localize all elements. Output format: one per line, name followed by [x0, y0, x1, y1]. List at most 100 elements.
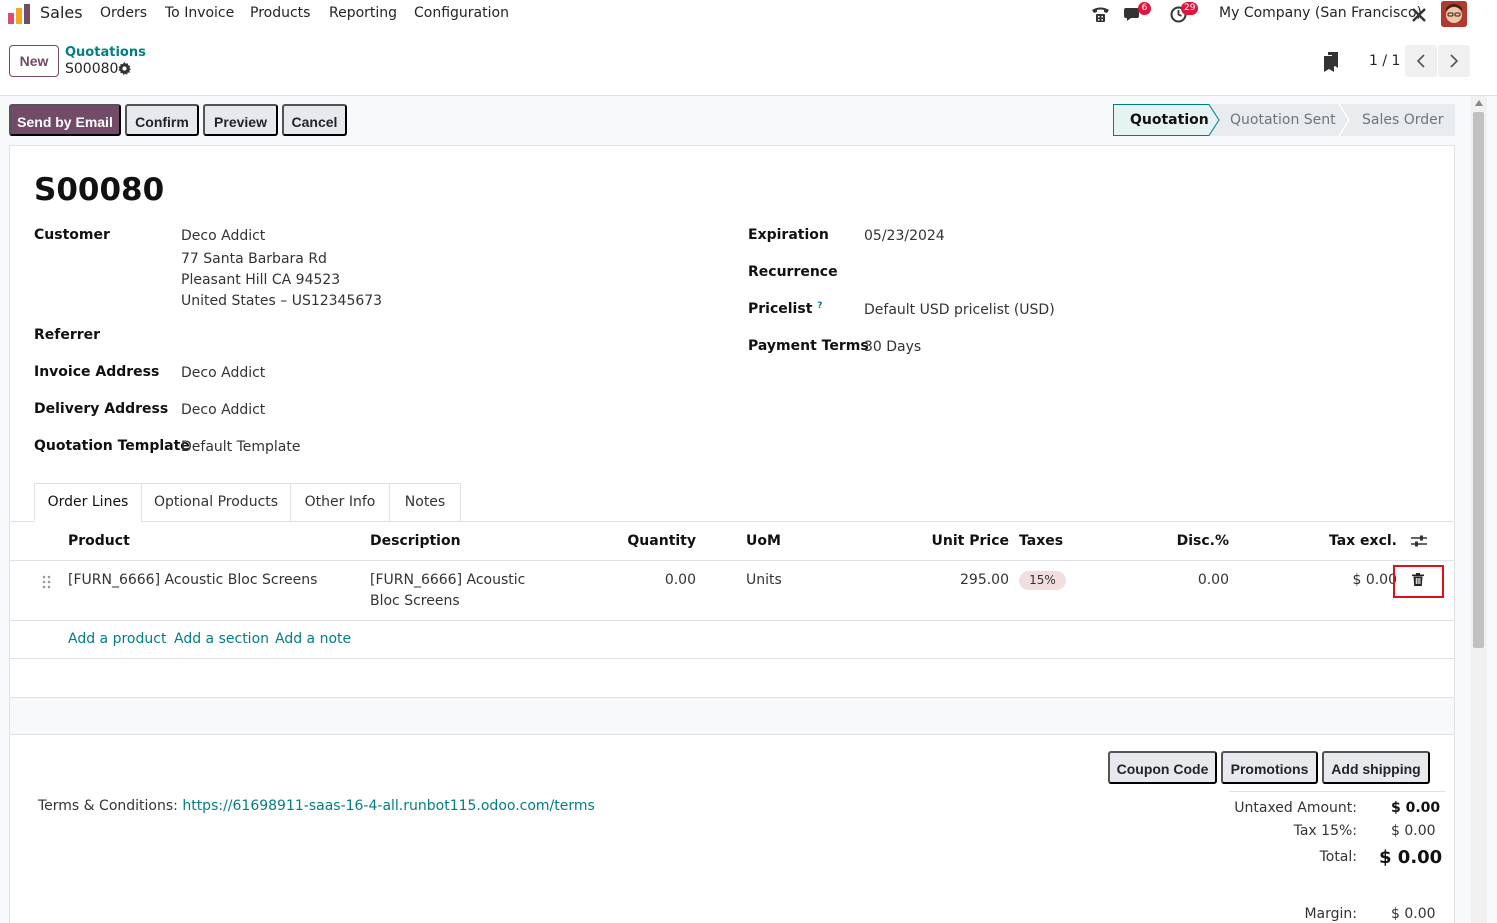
tab-order-lines[interactable]: Order Lines	[34, 483, 142, 522]
company-switcher[interactable]: My Company (San Francisco)	[1219, 5, 1422, 21]
customer-country: United States – US12345673	[181, 293, 383, 309]
quotation-template-label: Quotation Template	[34, 438, 190, 454]
untaxed-label: Untaxed Amount:	[1234, 800, 1357, 816]
menu-reporting[interactable]: Reporting	[329, 5, 397, 21]
pager-value[interactable]: 1 / 1	[1369, 53, 1400, 69]
col-quantity[interactable]: Quantity	[596, 533, 696, 549]
add-product-link[interactable]: Add a product	[68, 631, 166, 647]
row-uom[interactable]: Units	[746, 572, 782, 588]
help-icon[interactable]: ?	[817, 301, 822, 311]
trash-icon[interactable]	[1412, 573, 1424, 586]
add-shipping-button[interactable]: Add shipping	[1322, 751, 1430, 784]
control-panel	[0, 29, 1497, 96]
menu-to-invoice[interactable]: To Invoice	[165, 5, 234, 21]
customer-label: Customer	[34, 227, 110, 243]
activities-badge: 29	[1181, 2, 1199, 15]
col-discount[interactable]: Disc.%	[1129, 533, 1229, 549]
debug-tools-icon[interactable]	[1411, 7, 1427, 23]
tab-notes[interactable]: Notes	[389, 483, 461, 522]
chevron-left-icon	[1416, 54, 1425, 68]
row-divider	[10, 620, 1454, 621]
attachments-icon[interactable]	[1324, 52, 1340, 72]
cancel-button[interactable]: Cancel	[282, 104, 347, 136]
quotation-template-field[interactable]: Default Template	[181, 439, 301, 455]
row-tax-badge[interactable]: 15%	[1019, 571, 1066, 590]
send-by-email-button[interactable]: Send by Email	[9, 104, 121, 136]
col-unit-price[interactable]: Unit Price	[909, 533, 1009, 549]
pricelist-label: Pricelist ?	[748, 301, 823, 317]
add-line-divider	[10, 658, 1454, 659]
table-footer-row	[10, 697, 1454, 735]
referrer-label: Referrer	[34, 327, 101, 343]
menu-configuration[interactable]: Configuration	[414, 5, 509, 21]
header-divider	[10, 560, 1454, 561]
customer-name[interactable]: Deco Addict	[181, 228, 265, 244]
messages-badge: 6	[1138, 2, 1151, 15]
col-taxes[interactable]: Taxes	[1019, 533, 1063, 549]
sales-app-icon[interactable]	[8, 4, 30, 24]
row-quantity[interactable]: 0.00	[596, 572, 696, 588]
row-discount[interactable]: 0.00	[1129, 572, 1229, 588]
promotions-button[interactable]: Promotions	[1221, 751, 1318, 784]
app-name[interactable]: Sales	[40, 3, 83, 22]
user-avatar[interactable]	[1441, 1, 1467, 27]
coupon-code-button[interactable]: Coupon Code	[1108, 751, 1217, 784]
tab-optional-products[interactable]: Optional Products	[141, 483, 291, 522]
preview-button[interactable]: Preview	[203, 104, 278, 136]
column-settings-icon[interactable]	[1411, 534, 1427, 548]
breadcrumb-current: S00080	[65, 61, 119, 77]
tab-other-info[interactable]: Other Info	[290, 483, 390, 522]
tax-label: Tax 15%:	[1293, 823, 1357, 839]
total-label: Total:	[1319, 849, 1357, 865]
invoice-address-field[interactable]: Deco Addict	[181, 365, 265, 381]
customer-street: 77 Santa Barbara Rd	[181, 251, 327, 267]
expiration-label: Expiration	[748, 227, 829, 243]
col-uom[interactable]: UoM	[746, 533, 781, 549]
status-quotation-sent[interactable]: Quotation Sent	[1230, 104, 1336, 136]
menu-orders[interactable]: Orders	[100, 5, 147, 21]
delivery-address-field[interactable]: Deco Addict	[181, 402, 265, 418]
confirm-button[interactable]: Confirm	[125, 104, 199, 136]
record-title: S00080	[34, 172, 165, 208]
menu-products[interactable]: Products	[250, 5, 310, 21]
total-value: $ 0.00	[1379, 847, 1443, 868]
col-description[interactable]: Description	[370, 533, 461, 549]
invoice-address-label: Invoice Address	[34, 364, 160, 380]
terms-conditions: Terms & Conditions: https://61698911-saa…	[38, 798, 595, 814]
scrollbar-thumb[interactable]	[1473, 112, 1484, 648]
row-description-line1[interactable]: [FURN_6666] Acoustic	[370, 572, 525, 588]
top-navbar: Sales Orders To Invoice Products Reporti…	[0, 0, 1497, 29]
col-product[interactable]: Product	[68, 533, 130, 549]
gear-icon[interactable]	[118, 62, 131, 75]
recurrence-label: Recurrence	[748, 264, 838, 280]
row-description-line2[interactable]: Bloc Screens	[370, 593, 460, 609]
scroll-up-icon[interactable]	[1475, 100, 1483, 106]
chevron-right-icon	[1450, 54, 1459, 68]
pager-next-button[interactable]	[1438, 45, 1470, 77]
drag-handle-icon[interactable]	[42, 575, 51, 589]
pager-previous-button[interactable]	[1405, 45, 1437, 77]
status-sales-order[interactable]: Sales Order	[1362, 104, 1444, 136]
add-note-link[interactable]: Add a note	[275, 631, 351, 647]
payment-terms-field[interactable]: 30 Days	[864, 339, 921, 355]
untaxed-value: $ 0.00	[1391, 800, 1441, 816]
status-quotation[interactable]: Quotation	[1130, 104, 1209, 136]
margin-label: Margin:	[1304, 906, 1357, 922]
margin-value: $ 0.00	[1391, 906, 1436, 922]
totals-divider	[1229, 791, 1445, 792]
pricelist-field[interactable]: Default USD pricelist (USD)	[864, 302, 1055, 318]
row-product[interactable]: [FURN_6666] Acoustic Bloc Screens	[68, 572, 317, 588]
add-section-link[interactable]: Add a section	[174, 631, 269, 647]
row-subtotal: $ 0.00	[1352, 572, 1397, 588]
row-unit-price[interactable]: 295.00	[909, 572, 1009, 588]
delivery-address-label: Delivery Address	[34, 401, 169, 417]
breadcrumb-quotations[interactable]: Quotations	[65, 45, 146, 60]
payment-terms-label: Payment Terms	[748, 338, 869, 354]
terms-link[interactable]: https://61698911-saas-16-4-all.runbot115…	[182, 798, 595, 814]
col-tax-excl[interactable]: Tax excl.	[1297, 533, 1397, 549]
new-button[interactable]: New	[9, 45, 59, 77]
tax-value: $ 0.00	[1391, 823, 1436, 839]
phone-icon[interactable]	[1091, 6, 1110, 23]
expiration-field[interactable]: 05/23/2024	[864, 228, 945, 244]
customer-city: Pleasant Hill CA 94523	[181, 272, 341, 288]
